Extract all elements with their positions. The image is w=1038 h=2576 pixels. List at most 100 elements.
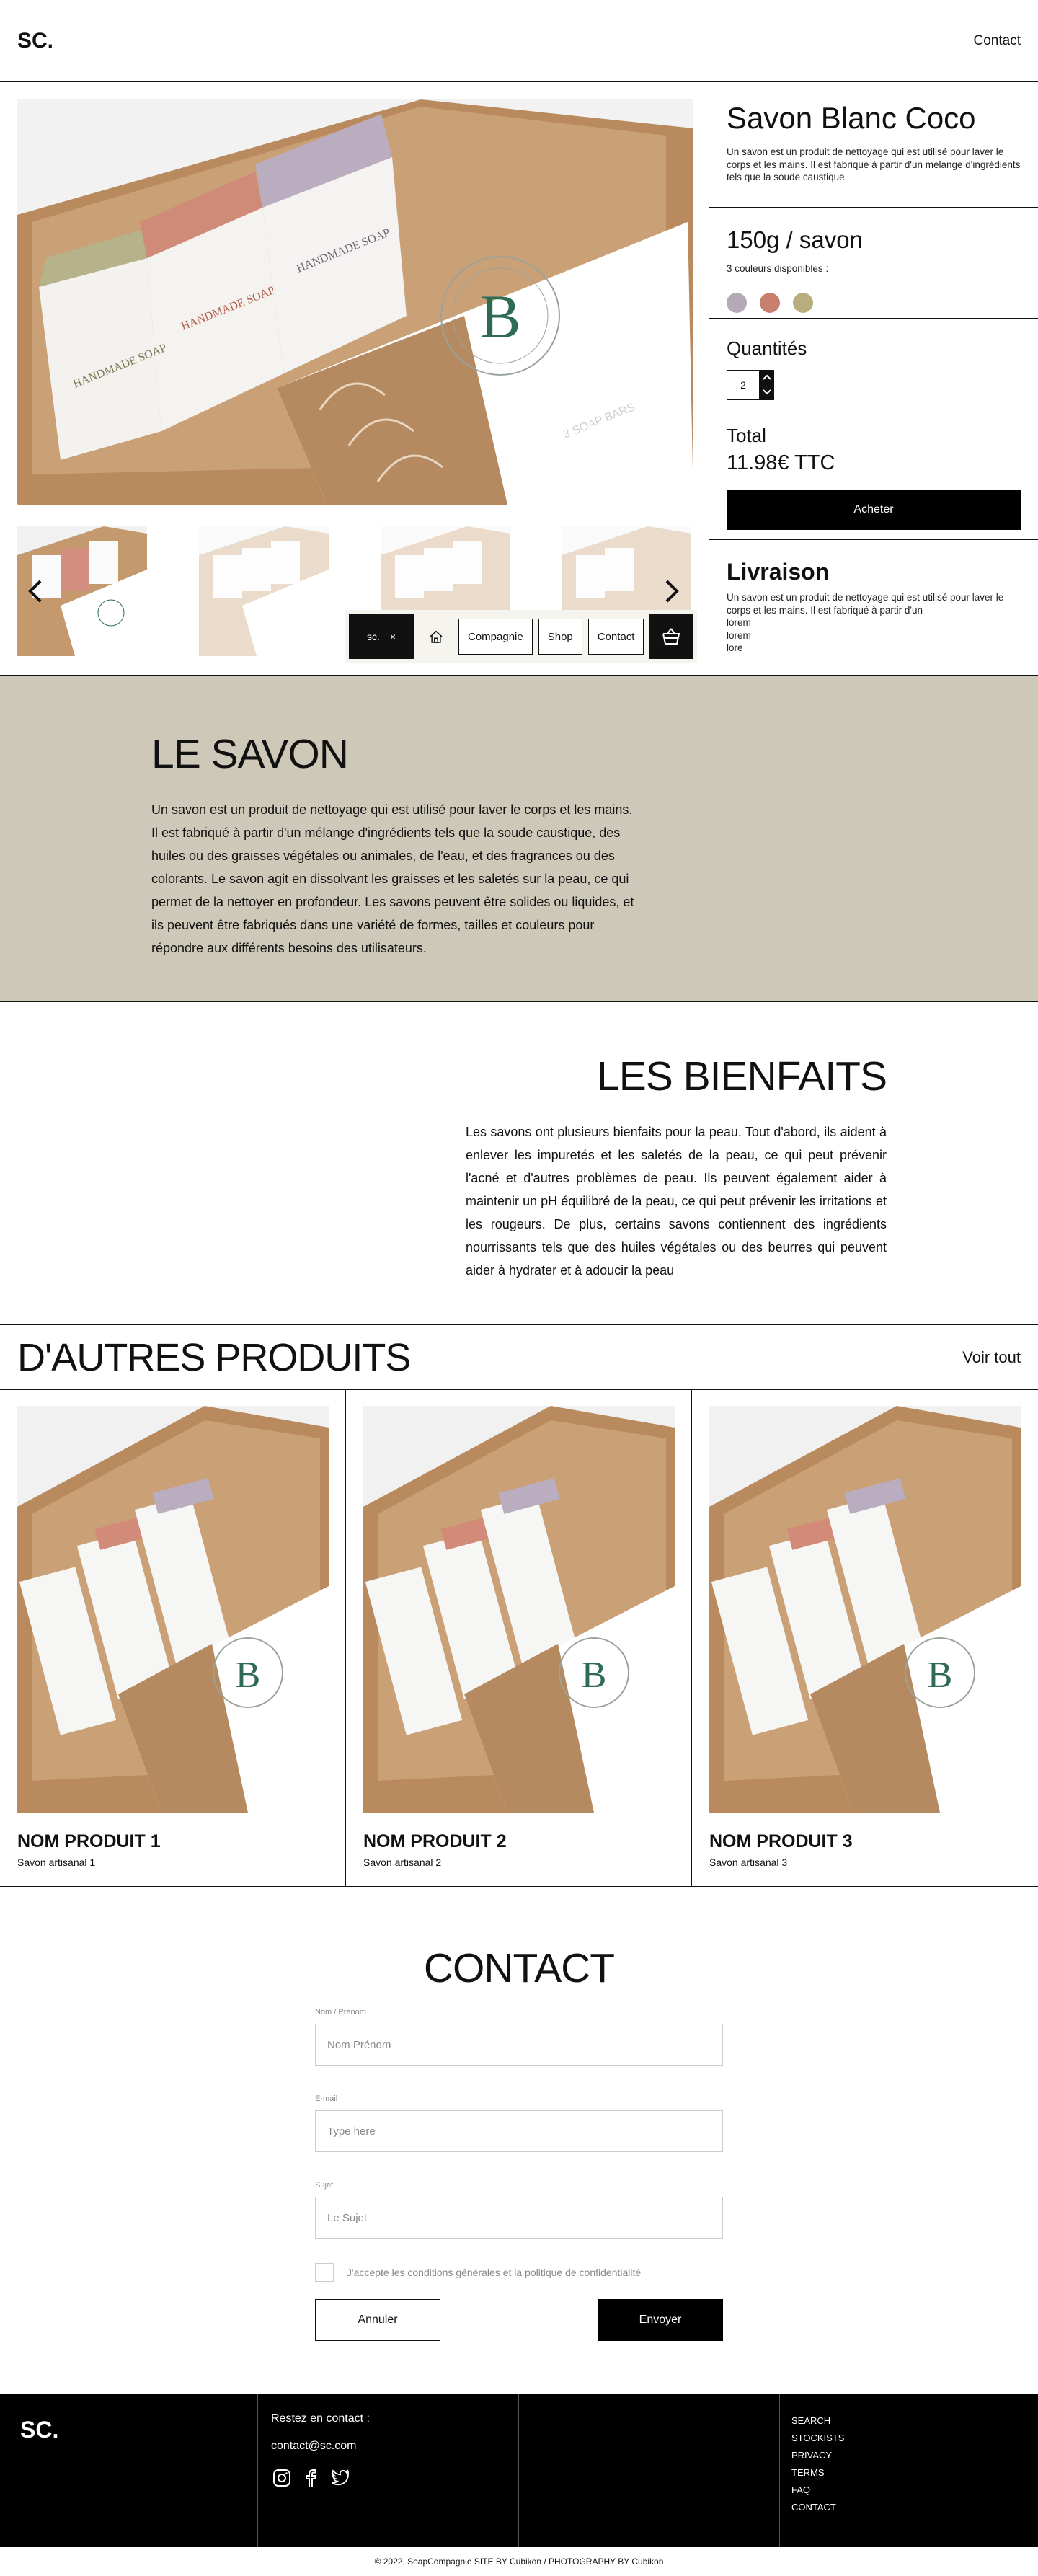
color-swatch-3[interactable] — [793, 292, 813, 313]
soap-box-photo: HANDMADE SOAP HANDMADE SOAP HANDMADE SOA… — [17, 99, 693, 505]
header-contact-link[interactable]: Contact — [974, 33, 1021, 49]
thumbnail-2[interactable] — [198, 526, 329, 656]
product-description: Un savon est un produit de nettoyage qui… — [727, 146, 1021, 183]
instagram-icon[interactable] — [271, 2467, 293, 2492]
card-brand-letter: B — [582, 1655, 607, 1696]
footer-contact-column: Restez en contact : contact@sc.com — [258, 2394, 519, 2547]
product-card-subtitle: Savon artisanal 1 — [17, 1856, 96, 1868]
quantity-step-buttons — [760, 370, 774, 400]
footer-logo[interactable]: SC. — [20, 2417, 237, 2443]
footer-link-search[interactable]: SEARCH — [791, 2415, 1026, 2426]
footer-link-terms[interactable]: TERMS — [791, 2467, 1026, 2478]
product-title: Savon Blanc Coco — [727, 101, 976, 135]
product-card-name: NOM PRODUIT 3 — [709, 1831, 853, 1851]
buy-button[interactable]: Acheter — [727, 490, 1021, 530]
bienfaits-section: LES BIENFAITS Les savons ont plusieurs b… — [0, 1002, 1038, 1325]
consent-checkbox[interactable] — [315, 2263, 334, 2282]
quantity-input[interactable]: 2 — [727, 370, 760, 400]
product-info: Savon Blanc Coco Un savon est un produit… — [709, 82, 1038, 675]
delivery-title: Livraison — [727, 559, 830, 585]
gallery-prev-arrow-icon[interactable] — [20, 575, 49, 607]
facebook-icon[interactable] — [300, 2467, 321, 2492]
footer-logo-column: SC. — [0, 2394, 258, 2547]
site-footer: SC. Restez en contact : contact@sc.com S… — [0, 2394, 1038, 2547]
delivery-text: Un savon est un produit de nettoyage qui… — [727, 592, 1004, 616]
other-products-title: D'AUTRES PRODUITS — [17, 1335, 411, 1379]
footer-links: SEARCH STOCKISTS PRIVACY TERMS FAQ CONTA… — [791, 2415, 1026, 2513]
send-button[interactable]: Envoyer — [598, 2299, 723, 2341]
site-header: SC. Contact — [0, 0, 1038, 82]
see-all-link[interactable]: Voir tout — [962, 1348, 1021, 1367]
delivery-line-2: lorem — [727, 629, 751, 641]
product-card[interactable]: B NOM PRODUIT 2 Savon artisanal 2 — [346, 1390, 692, 1886]
cancel-button[interactable]: Annuler — [315, 2299, 440, 2341]
social-links — [271, 2467, 505, 2492]
product-card-subtitle: Savon artisanal 3 — [709, 1856, 788, 1868]
email-field[interactable]: Type here — [315, 2110, 723, 2152]
contact-form: Nom / Prénom Nom Prénom E-mail Type here… — [315, 2008, 723, 2341]
close-icon[interactable]: × — [390, 631, 396, 642]
site-logo[interactable]: SC. — [17, 29, 53, 53]
gallery-next-arrow-icon[interactable] — [658, 575, 687, 607]
footer-link-contact[interactable]: CONTACT — [791, 2502, 1026, 2513]
decrement-chevron-down-icon[interactable] — [763, 389, 771, 397]
form-actions: Annuler Envoyer — [315, 2299, 723, 2341]
bienfaits-text: Les savons ont plusieurs bienfaits pour … — [466, 1125, 887, 1278]
product-title-block: Savon Blanc Coco Un savon est un produit… — [709, 82, 1038, 208]
footer-link-stockists[interactable]: STOCKISTS — [791, 2433, 1026, 2443]
quantity-stepper: 2 — [727, 370, 1022, 400]
color-swatch-2[interactable] — [760, 292, 780, 313]
product-card-image: B — [17, 1406, 329, 1813]
product-card[interactable]: B NOM PRODUIT 3 Savon artisanal 3 — [692, 1390, 1038, 1886]
color-swatches — [727, 292, 1022, 313]
card-brand-letter: B — [928, 1655, 953, 1696]
product-card-image: B — [709, 1406, 1021, 1813]
increment-chevron-up-icon[interactable] — [763, 373, 771, 382]
color-swatch-1[interactable] — [727, 292, 747, 313]
footer-empty-column — [519, 2394, 780, 2547]
savon-section: LE SAVON Un savon est un produit de nett… — [0, 676, 1038, 1002]
brand-letter: B — [479, 282, 520, 351]
twitter-icon[interactable] — [329, 2467, 350, 2492]
nav-shop-button[interactable]: Shop — [538, 619, 582, 655]
subject-field[interactable]: Le Sujet — [315, 2197, 723, 2239]
total-value: 11.98€ TTC — [727, 451, 835, 474]
copyright-bar: © 2022, SoapCompagnie SITE BY Cubikon / … — [374, 2557, 664, 2567]
subject-field-label: Sujet — [315, 2181, 334, 2190]
product-section: HANDMADE SOAP HANDMADE SOAP HANDMADE SOA… — [0, 82, 1038, 676]
product-weight: 150g / savon — [727, 226, 863, 253]
footer-link-faq[interactable]: FAQ — [791, 2484, 1026, 2495]
other-products-grid: B NOM PRODUIT 1 Savon artisanal 1 B NOM … — [0, 1390, 1038, 1887]
quantity-label: Quantités — [727, 337, 807, 359]
bienfaits-title: LES BIENFAITS — [597, 1053, 887, 1099]
consent-label: J'accepte les conditions générales et la… — [347, 2267, 642, 2278]
home-icon[interactable] — [420, 619, 453, 655]
total-label: Total — [727, 425, 766, 446]
delivery-block: Livraison Un savon est un produit de net… — [709, 540, 1038, 670]
nav-compagnie-button[interactable]: Compagnie — [458, 619, 533, 655]
contact-section: CONTACT Nom / Prénom Nom Prénom E-mail T… — [0, 1887, 1038, 2394]
card-brand-letter: B — [236, 1655, 261, 1696]
floating-nav: sc. × Compagnie Shop Contact — [345, 610, 698, 663]
other-products-header: D'AUTRES PRODUITS Voir tout — [0, 1325, 1038, 1390]
product-variant-block: 150g / savon 3 couleurs disponibles : — [709, 208, 1038, 319]
product-card-name: NOM PRODUIT 2 — [363, 1831, 507, 1851]
delivery-line-1: lorem — [727, 617, 751, 629]
nav-contact-button[interactable]: Contact — [587, 619, 644, 655]
floating-nav-logo[interactable]: sc. × — [349, 614, 414, 659]
product-card-name: NOM PRODUIT 1 — [17, 1831, 161, 1851]
contact-title: CONTACT — [423, 1945, 615, 1991]
product-card[interactable]: B NOM PRODUIT 1 Savon artisanal 1 — [0, 1390, 346, 1886]
footer-link-privacy[interactable]: PRIVACY — [791, 2450, 1026, 2461]
email-field-label: E-mail — [315, 2094, 338, 2103]
name-field-label: Nom / Prénom — [315, 2008, 366, 2017]
product-card-image: B — [363, 1406, 675, 1813]
purchase-block: Quantités 2 Total 11.98€ TTC Acheter — [709, 319, 1038, 540]
basket-icon[interactable] — [649, 614, 693, 659]
floating-nav-logo-text: sc. — [366, 631, 380, 642]
footer-email-link[interactable]: contact@sc.com — [271, 2440, 505, 2453]
product-gallery: HANDMADE SOAP HANDMADE SOAP HANDMADE SOA… — [0, 82, 709, 675]
colors-label: 3 couleurs disponibles : — [727, 263, 829, 274]
name-field[interactable]: Nom Prénom — [315, 2024, 723, 2066]
savon-title: LE SAVON — [151, 731, 349, 777]
